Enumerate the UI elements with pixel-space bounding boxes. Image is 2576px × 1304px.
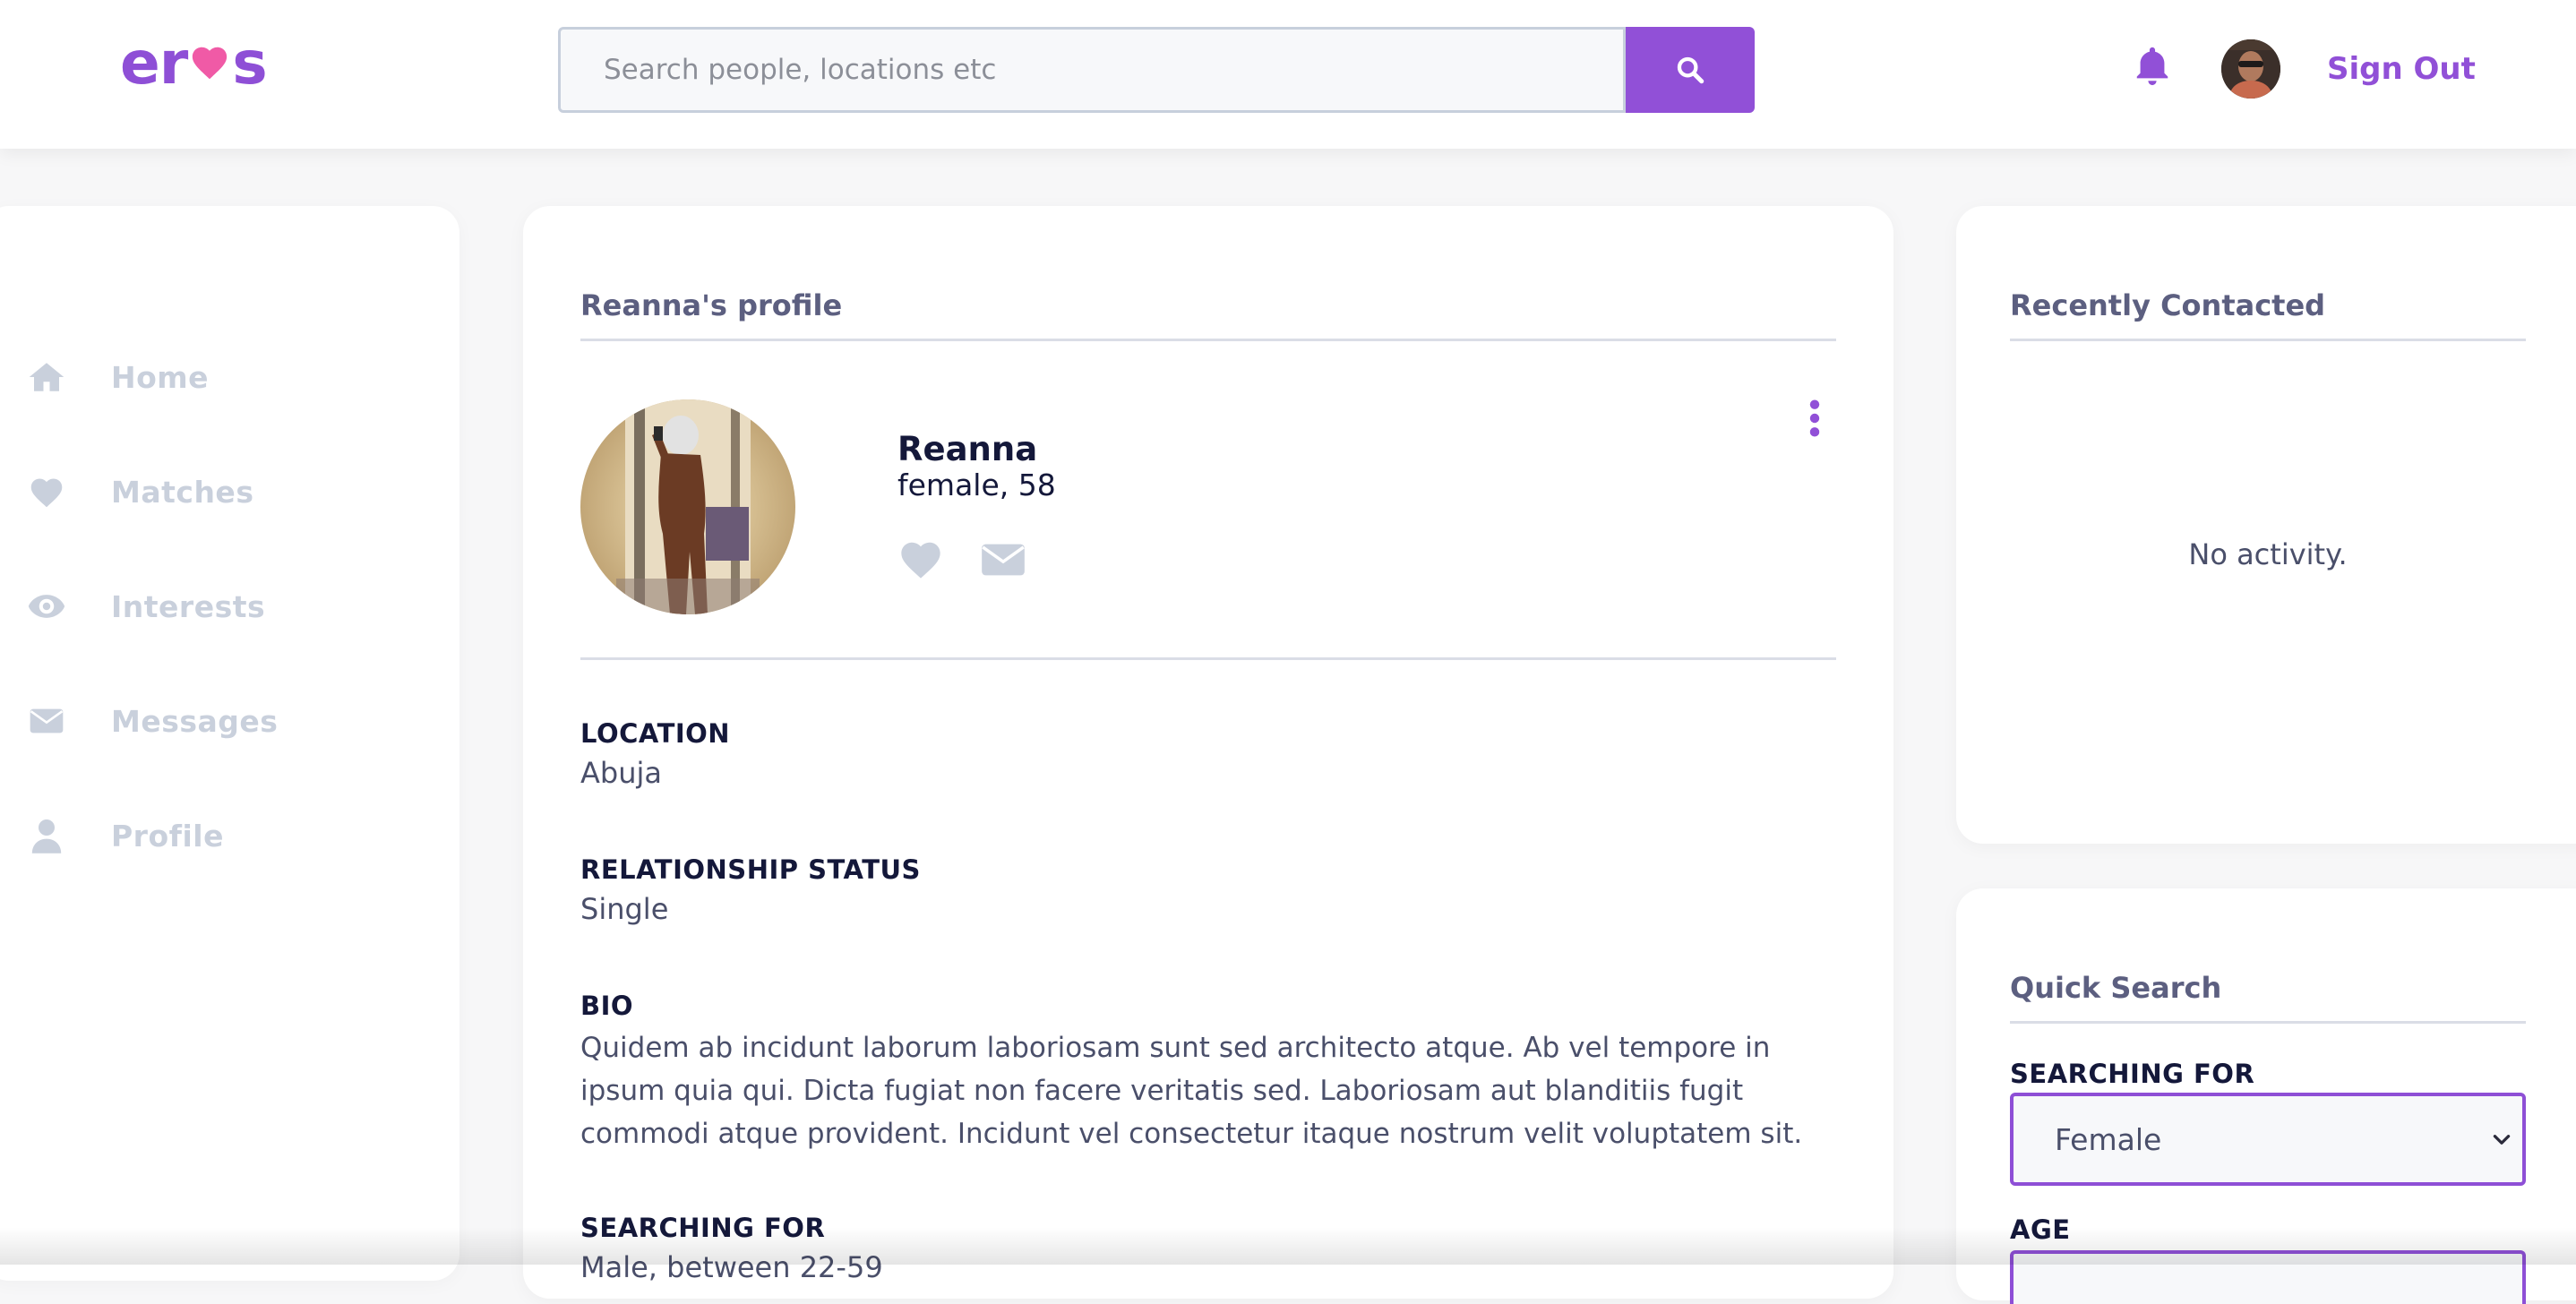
bell-icon[interactable] [2132, 43, 2173, 90]
location-label: LOCATION [580, 718, 731, 749]
sidebar-nav: Home Matches Interests Messages Profile [0, 206, 459, 1281]
profile-card-title: Reanna's profile [580, 288, 843, 322]
age-select[interactable] [2010, 1250, 2526, 1304]
bio-text: Quidem ab incidunt laborum laboriosam su… [580, 1032, 1803, 1150]
envelope-icon [27, 701, 66, 741]
like-heart-icon[interactable] [897, 537, 944, 580]
recently-contacted-divider [2010, 339, 2526, 341]
searching-for-value: Male, between 22-59 [580, 1250, 883, 1284]
recently-contacted-card: Recently Contacted No activity. [1956, 206, 2576, 844]
quick-search-divider [2010, 1021, 2526, 1024]
no-activity-text: No activity. [2188, 537, 2348, 571]
user-icon [27, 816, 66, 855]
heart-icon [27, 472, 66, 511]
sidebar-item-home[interactable]: Home [27, 355, 209, 399]
searching-for-select[interactable]: Female [2010, 1093, 2526, 1186]
sidebar-item-profile[interactable]: Profile [27, 813, 224, 858]
profile-name: Reanna [897, 430, 1038, 468]
profile-divider [580, 657, 1836, 660]
quick-search-title: Quick Search [2010, 971, 2222, 1005]
sidebar-item-label: Interests [111, 588, 266, 624]
chevron-down-icon [2493, 1135, 2511, 1145]
location-value: Abuja [580, 756, 662, 790]
user-avatar[interactable] [2221, 39, 2280, 99]
recently-contacted-title: Recently Contacted [2010, 288, 2326, 322]
sidebar-item-label: Messages [111, 703, 279, 739]
sidebar-item-label: Home [111, 359, 210, 395]
searching-for-filter-label: SEARCHING FOR [2010, 1059, 2255, 1089]
profile-photo [580, 399, 795, 614]
logo-text-right: s [232, 28, 267, 98]
profile-photo-image [580, 399, 795, 614]
sign-out-link[interactable]: Sign Out [2327, 47, 2476, 91]
sidebar-item-label: Matches [111, 474, 254, 510]
profile-card: Reanna's profile Reanna female, 58 LOCAT… [523, 206, 1893, 1299]
logo-heart-icon [193, 47, 228, 80]
avatar-image [2221, 39, 2280, 99]
home-icon [27, 357, 66, 397]
quick-search-card: Quick Search SEARCHING FOR Female AGE [1956, 888, 2576, 1304]
relationship-status-value: Single [580, 892, 669, 926]
eros-logo[interactable]: er s [120, 27, 268, 99]
searching-for-selected: Female [2055, 1121, 2162, 1157]
search-bar [558, 27, 1755, 113]
search-icon [1677, 56, 1704, 84]
age-filter-label: AGE [2010, 1214, 2071, 1245]
sidebar-item-label: Profile [111, 818, 224, 854]
relationship-status-label: RELATIONSHIP STATUS [580, 854, 921, 885]
search-button[interactable] [1626, 27, 1755, 113]
profile-gender-age: female, 58 [897, 468, 1056, 502]
search-input[interactable] [558, 27, 1626, 113]
title-divider [580, 339, 1836, 341]
top-header: er s Sign Out [0, 0, 2576, 149]
send-message-icon[interactable] [980, 541, 1026, 579]
searching-for-label: SEARCHING FOR [580, 1213, 826, 1243]
bio-label: BIO [580, 991, 634, 1021]
logo-text-left: er [120, 28, 188, 98]
sidebar-item-matches[interactable]: Matches [27, 469, 253, 514]
eye-icon [27, 587, 66, 626]
sidebar-item-interests[interactable]: Interests [27, 584, 265, 629]
sidebar-item-messages[interactable]: Messages [27, 699, 278, 743]
more-options-icon[interactable] [1804, 398, 1825, 439]
